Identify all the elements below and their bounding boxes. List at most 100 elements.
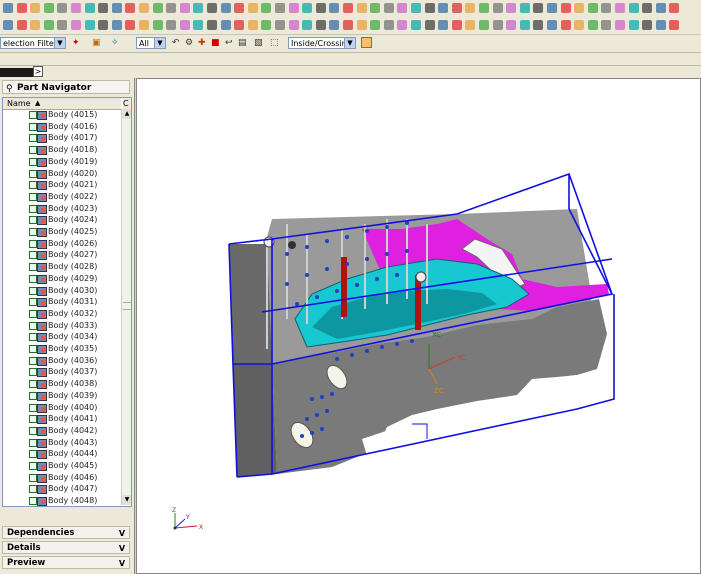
shade-icon[interactable] — [451, 3, 462, 13]
new-icon[interactable] — [3, 3, 13, 13]
assembly-icon[interactable] — [451, 20, 462, 30]
tree-row[interactable]: Body (4031) — [3, 296, 121, 308]
settings-icon[interactable] — [655, 3, 666, 13]
tree-row[interactable]: Body (4045) — [3, 460, 121, 472]
spline-icon[interactable] — [43, 20, 54, 30]
vertical-scrollbar[interactable]: ▲ ▼ — [121, 109, 131, 505]
pattern-icon[interactable] — [234, 20, 245, 30]
gear-icon[interactable] — [438, 20, 449, 30]
scale-icon[interactable] — [275, 20, 285, 30]
tree-row[interactable]: Body (4044) — [3, 448, 121, 460]
pocket-icon[interactable] — [179, 3, 190, 13]
chamfer-icon[interactable] — [207, 3, 217, 13]
visibility-check-icon[interactable] — [29, 216, 37, 225]
tree-row[interactable]: Body (4040) — [3, 402, 121, 414]
redo-icon[interactable] — [98, 3, 109, 13]
visibility-check-icon[interactable] — [29, 204, 37, 213]
mold-icon[interactable] — [465, 20, 476, 30]
tree-row[interactable]: Body (4029) — [3, 273, 121, 285]
select-face-icon[interactable]: ■ — [211, 38, 220, 48]
boss-icon[interactable] — [166, 3, 177, 13]
open-icon[interactable] — [16, 3, 27, 13]
tree-row[interactable]: Body (4042) — [3, 425, 121, 437]
hole-icon[interactable] — [152, 3, 163, 13]
tree-row[interactable]: Body (4018) — [3, 144, 121, 156]
slider-icon[interactable] — [574, 20, 585, 30]
tree-row[interactable]: Body (4026) — [3, 238, 121, 250]
explode-icon[interactable] — [533, 3, 544, 13]
fit-icon[interactable] — [397, 3, 408, 13]
column-header-c[interactable]: C — [123, 98, 131, 109]
selection-filter-dropdown[interactable]: election Filter ▼ — [0, 37, 66, 49]
tree-row[interactable]: Body (4047) — [3, 483, 121, 495]
analyze-icon[interactable] — [343, 3, 353, 13]
offset-icon[interactable] — [207, 20, 217, 30]
select-all-icon[interactable]: ▧ — [254, 38, 263, 48]
dimension-icon[interactable] — [166, 20, 177, 30]
resource-bar-tab[interactable] — [0, 68, 33, 77]
dependencies-panel[interactable]: Dependencies V — [2, 526, 130, 539]
measure-icon[interactable] — [329, 3, 340, 13]
graphics-window[interactable]: YC XC ZC Z Y X — [136, 78, 701, 574]
visibility-check-icon[interactable] — [29, 298, 37, 307]
deselect-icon[interactable]: ↶ — [172, 38, 180, 48]
copy-icon[interactable] — [57, 3, 68, 13]
visibility-check-icon[interactable] — [29, 356, 37, 365]
tree-row[interactable]: Body (4043) — [3, 437, 121, 449]
mirror-icon[interactable] — [234, 3, 245, 13]
rotate-icon[interactable] — [288, 20, 299, 30]
visibility-check-icon[interactable] — [29, 251, 37, 260]
visibility-check-icon[interactable] — [29, 321, 37, 330]
grid-icon[interactable] — [411, 20, 421, 30]
tree-row[interactable]: Body (4039) — [3, 390, 121, 402]
extend-icon[interactable] — [152, 20, 163, 30]
rectangle-icon[interactable] — [84, 20, 95, 30]
offset-icon[interactable] — [315, 3, 326, 13]
gate-icon[interactable] — [533, 20, 544, 30]
blend-icon[interactable] — [193, 3, 204, 13]
extrude-icon[interactable] — [125, 3, 136, 13]
tree-row[interactable]: Body (4046) — [3, 472, 121, 484]
help-icon[interactable] — [669, 3, 680, 13]
wireframe-icon[interactable] — [465, 3, 476, 13]
tree-row[interactable]: Body (4015) — [3, 109, 121, 121]
tree-row[interactable]: Body (4023) — [3, 203, 121, 215]
core-icon[interactable] — [492, 20, 503, 30]
visibility-check-icon[interactable] — [29, 228, 37, 236]
plane-icon[interactable] — [601, 3, 612, 13]
visibility-check-icon[interactable] — [29, 485, 37, 494]
visibility-check-icon[interactable] — [29, 438, 37, 447]
save-icon[interactable] — [30, 3, 41, 13]
select-feature-icon[interactable]: ⚙ — [185, 38, 193, 48]
csys-icon[interactable] — [628, 3, 639, 13]
visibility-check-icon[interactable] — [29, 169, 37, 178]
part-navigator-tree[interactable]: Name ▲ C Body (4015) Body (4016) Body (401… — [2, 97, 132, 507]
edit-icon[interactable] — [356, 20, 367, 30]
line-icon[interactable] — [3, 20, 13, 30]
tree-row[interactable]: Body (4022) — [3, 191, 121, 203]
render-icon[interactable] — [356, 3, 367, 13]
filter-icon[interactable]: ✦ — [72, 38, 80, 48]
pan-icon[interactable] — [438, 3, 449, 13]
export-icon[interactable] — [655, 20, 666, 30]
shell-icon[interactable] — [220, 3, 231, 13]
constraint-icon[interactable] — [179, 20, 190, 30]
expand-arrow-icon[interactable]: > — [33, 66, 43, 77]
mate-icon[interactable] — [519, 3, 530, 13]
tree-row[interactable]: Body (4035) — [3, 343, 121, 355]
tree-row[interactable]: Body (4027) — [3, 249, 121, 261]
tree-row[interactable]: Body (4032) — [3, 308, 121, 320]
text-icon[interactable] — [57, 20, 68, 30]
check-icon[interactable] — [642, 20, 653, 30]
tree-row[interactable]: Body (4038) — [3, 378, 121, 390]
surface-icon[interactable] — [560, 3, 571, 13]
select-edge-icon[interactable]: ↩ — [225, 38, 233, 48]
delete-icon[interactable] — [302, 20, 313, 30]
ellipse-icon[interactable] — [98, 20, 109, 30]
show-icon[interactable] — [329, 20, 340, 30]
tree-row[interactable]: Body (4021) — [3, 179, 121, 191]
visibility-check-icon[interactable] — [29, 181, 37, 190]
select-curve-icon[interactable]: ▤ — [238, 38, 247, 48]
scope-dropdown[interactable]: All ▼ — [136, 37, 166, 49]
pattern-icon[interactable] — [247, 3, 258, 13]
